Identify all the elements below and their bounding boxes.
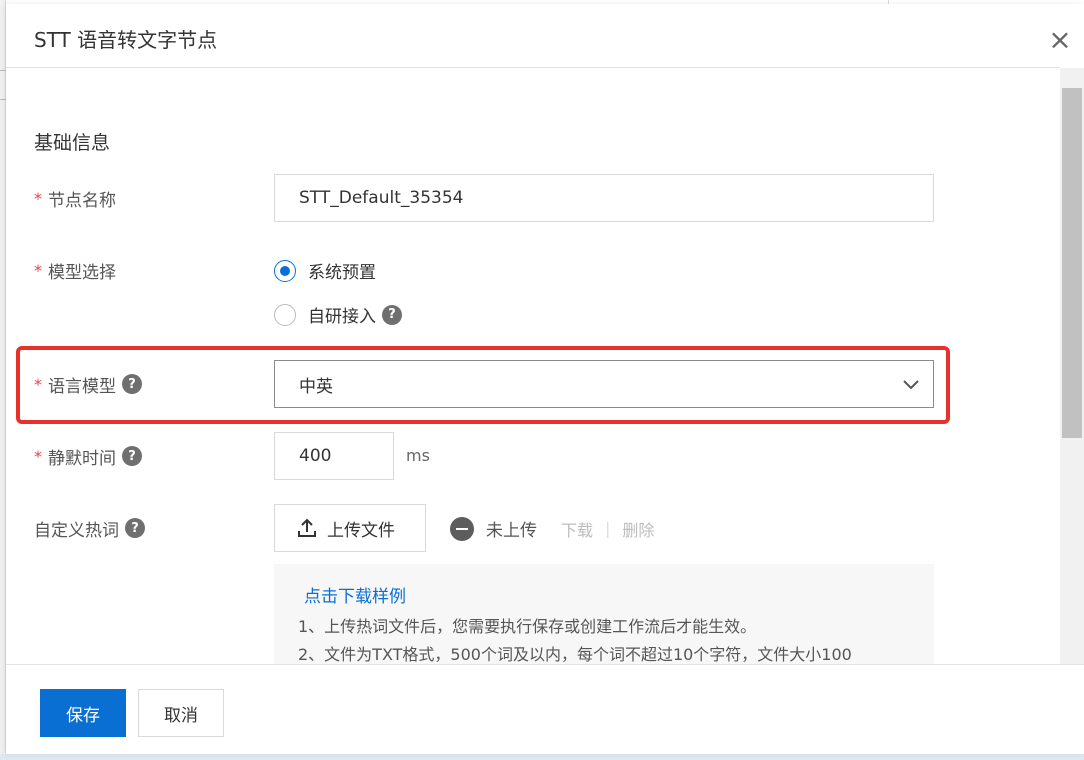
help-icon[interactable]: ? bbox=[122, 446, 142, 466]
hotwords-note-2: 2、文件为TXT格式，500个词及以内，每个词不超过10个字符，文件大小100 bbox=[298, 645, 852, 664]
upload-file-button[interactable]: 上传文件 bbox=[274, 504, 426, 552]
upload-status: 未上传 下载 | 删除 bbox=[450, 516, 654, 541]
language-model-label: * 语言模型 ? bbox=[34, 370, 142, 398]
drawer-footer: 保存 取消 bbox=[6, 664, 1084, 754]
model-select-label: * 模型选择 bbox=[34, 256, 116, 284]
download-link[interactable]: 下载 bbox=[561, 517, 593, 541]
upload-status-text: 未上传 bbox=[486, 521, 537, 541]
language-model-value: 中英 bbox=[299, 376, 333, 397]
hotwords-info-box: 点击下载样例 1、上传热词文件后，您需要执行保存或创建工作流后才能生效。 2、文… bbox=[274, 564, 934, 664]
drawer-header: STT 语音转文字节点 bbox=[6, 4, 1060, 68]
help-icon[interactable]: ? bbox=[382, 304, 402, 325]
stt-node-drawer: STT 语音转文字节点 × 基础信息 * 节点名称 STT_Default_35… bbox=[6, 4, 1084, 754]
node-name-label: * 节点名称 bbox=[34, 184, 116, 212]
radio-self-developed-label: 自研接入 bbox=[308, 307, 376, 327]
radio-system-preset-label: 系统预置 bbox=[308, 263, 376, 283]
silence-time-label: * 静默时间 ? bbox=[34, 442, 142, 470]
upload-file-label: 上传文件 bbox=[327, 520, 395, 541]
download-sample-link[interactable]: 点击下载样例 bbox=[304, 582, 934, 607]
model-select-label-text: 模型选择 bbox=[48, 262, 116, 283]
required-mark: * bbox=[34, 446, 42, 466]
required-mark: * bbox=[34, 260, 42, 280]
help-icon[interactable]: ? bbox=[122, 374, 142, 394]
close-icon[interactable]: × bbox=[1040, 22, 1080, 62]
minus-circle-icon bbox=[450, 516, 474, 541]
radio-unchecked-icon[interactable] bbox=[274, 303, 296, 326]
chevron-down-icon[interactable] bbox=[901, 375, 921, 395]
section-title-basic-info: 基础信息 bbox=[34, 132, 111, 154]
hotwords-label: 自定义热词 ? bbox=[34, 514, 145, 542]
radio-checked-icon[interactable] bbox=[274, 259, 296, 282]
radio-system-preset[interactable]: 系统预置 bbox=[274, 258, 376, 283]
cancel-button[interactable]: 取消 bbox=[138, 689, 224, 737]
required-mark: * bbox=[34, 374, 42, 394]
node-name-input[interactable]: STT_Default_35354 bbox=[274, 174, 934, 222]
hotwords-note-1: 1、上传热词文件后，您需要执行保存或创建工作流后才能生效。 bbox=[298, 617, 757, 636]
screen: STT 语音转文字节点 × 基础信息 * 节点名称 STT_Default_35… bbox=[0, 0, 1084, 760]
radio-self-developed[interactable]: 自研接入 ? bbox=[274, 302, 402, 327]
silence-time-label-text: 静默时间 bbox=[48, 448, 116, 469]
drawer-title: STT 语音转文字节点 bbox=[34, 28, 218, 52]
help-icon[interactable]: ? bbox=[125, 518, 145, 538]
node-name-label-text: 节点名称 bbox=[48, 190, 116, 211]
language-model-select[interactable]: 中英 bbox=[274, 360, 934, 408]
drawer-body: 基础信息 * 节点名称 STT_Default_35354 * 模型选择 系统预… bbox=[6, 68, 1060, 664]
delete-link[interactable]: 删除 bbox=[622, 517, 654, 541]
required-mark: * bbox=[34, 188, 42, 208]
silence-time-input[interactable]: 400 bbox=[274, 432, 394, 480]
silence-time-unit: ms bbox=[406, 446, 430, 465]
upload-icon bbox=[298, 518, 316, 537]
language-model-label-text: 语言模型 bbox=[48, 376, 116, 397]
link-separator: | bbox=[605, 519, 611, 538]
save-button[interactable]: 保存 bbox=[40, 689, 126, 737]
hotwords-label-text: 自定义热词 bbox=[34, 520, 119, 541]
background-bottom-bar bbox=[0, 754, 1084, 760]
scrollbar-thumb[interactable] bbox=[1062, 88, 1082, 438]
